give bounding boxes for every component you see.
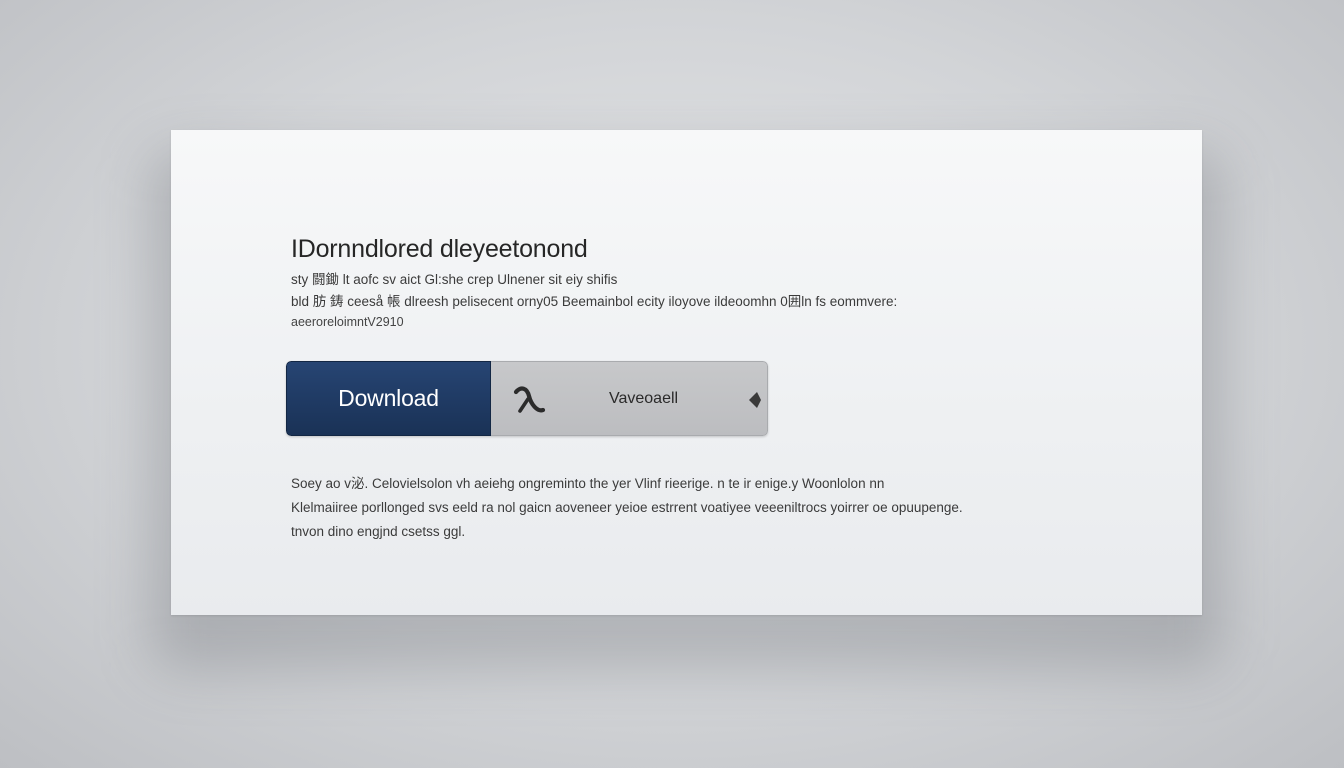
caret-diamond-icon	[749, 392, 761, 408]
description-line-2: bld 肪 鋳 ceeså 帳 dlreesh pelisecent orny0…	[291, 294, 898, 309]
dialog-footer-text: Soey ao v泌. Celovielsolon vh aeiehg ongr…	[291, 472, 991, 544]
footer-line-3: tnvon dino engjnd csetss ggl.	[291, 524, 466, 539]
description-line-3: aeeroreloimntV2910	[291, 315, 404, 329]
dialog-description: sty 闘鋤 lt aofc sv aict Gl:she crep Ulnen…	[291, 269, 991, 331]
swoosh-icon	[513, 386, 546, 413]
footer-line-2: Klelmaiiree porllonged svs eeld ra nol g…	[291, 500, 963, 515]
secondary-option-button[interactable]: Vaveoaell	[491, 361, 768, 436]
download-button-group: Download Vaveoaell	[286, 361, 768, 436]
dialog-card: IDornndlored dleyeetonond sty 闘鋤 lt aofc…	[171, 130, 1202, 615]
dialog-content: IDornndlored dleyeetonond sty 闘鋤 lt aofc…	[291, 234, 991, 331]
footer-line-1: Soey ao v泌. Celovielsolon vh aeiehg ongr…	[291, 476, 885, 491]
description-line-1: sty 闘鋤 lt aofc sv aict Gl:she crep Ulnen…	[291, 272, 618, 287]
download-button[interactable]: Download	[286, 361, 491, 436]
dialog-title: IDornndlored dleyeetonond	[291, 235, 588, 263]
secondary-option-label: Vaveoaell	[609, 389, 679, 407]
